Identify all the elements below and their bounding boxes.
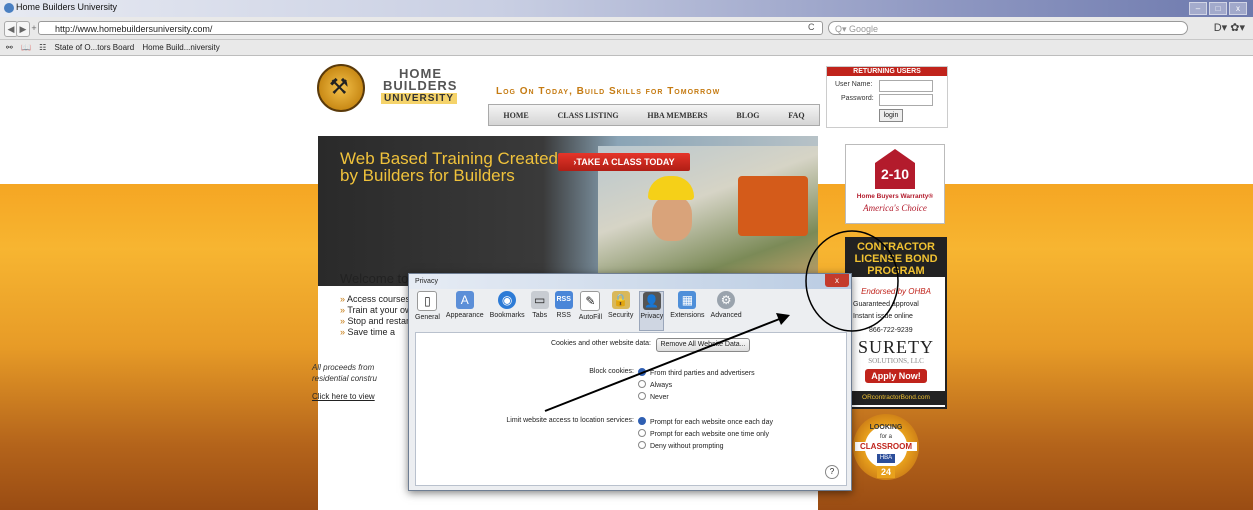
annotation-circle [805, 230, 899, 332]
annotation-arrow [544, 317, 783, 412]
annotation-overlay [544, 230, 899, 412]
